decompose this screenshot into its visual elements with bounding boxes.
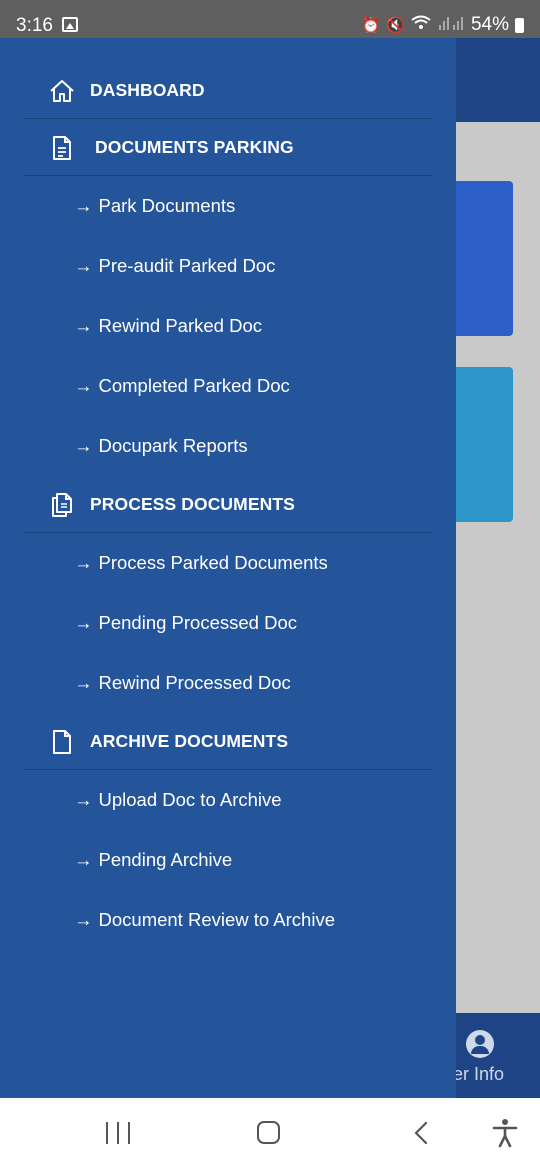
section-header-process-documents[interactable]: PROCESS DOCUMENTS — [24, 477, 432, 533]
arrow-right-icon: → — [74, 315, 93, 336]
user-info-tab-label[interactable]: ser Info — [444, 1064, 540, 1085]
menu-item-label: Park Documents — [98, 195, 236, 216]
system-navigation-bar — [0, 1098, 540, 1170]
arrow-right-icon: → — [74, 612, 93, 633]
menu-item-pre-audit-parked-doc[interactable]: → Pre-audit Parked Doc — [74, 255, 275, 277]
section-title: DOCUMENTS PARKING — [95, 137, 294, 157]
wifi-icon — [411, 15, 431, 35]
menu-item-document-review-to-archive[interactable]: → Document Review to Archive — [74, 909, 335, 931]
gallery-icon — [62, 17, 78, 32]
menu-item-label: Rewind Processed Doc — [98, 672, 291, 693]
status-bar: 3:16 ⏰ 🔇 54% — [0, 0, 540, 38]
menu-item-label: Process Parked Documents — [98, 552, 328, 573]
menu-item-label: Pending Archive — [98, 849, 233, 870]
arrow-right-icon: → — [74, 672, 93, 693]
menu-item-completed-parked-doc[interactable]: → Completed Parked Doc — [74, 375, 290, 397]
section-header-archive-documents[interactable]: ARCHIVE DOCUMENTS — [24, 714, 432, 770]
file-icon — [53, 730, 71, 754]
arrow-right-icon: → — [74, 435, 93, 456]
drawer-item-dashboard[interactable]: DASHBOARD — [24, 63, 432, 119]
menu-item-process-parked-documents[interactable]: → Process Parked Documents — [74, 552, 328, 574]
menu-item-label: Document Review to Archive — [98, 909, 336, 930]
menu-item-label: Pending Processed Doc — [98, 612, 297, 633]
status-time: 3:16 — [16, 15, 53, 36]
drawer-item-label: DASHBOARD — [90, 80, 205, 100]
arrow-right-icon: → — [74, 909, 93, 930]
accessibility-button[interactable] — [491, 1118, 519, 1148]
menu-item-rewind-processed-doc[interactable]: → Rewind Processed Doc — [74, 672, 291, 694]
recents-icon-bar — [117, 1122, 119, 1144]
home-button[interactable] — [257, 1121, 280, 1144]
arrow-right-icon: → — [74, 849, 93, 870]
menu-item-upload-doc-to-archive[interactable]: → Upload Doc to Archive — [74, 789, 282, 811]
menu-item-docupark-reports[interactable]: → Docupark Reports — [74, 435, 248, 457]
alarm-icon: ⏰ — [361, 17, 381, 34]
recents-icon-bar — [128, 1122, 130, 1144]
menu-item-park-documents[interactable]: → Park Documents — [74, 195, 235, 217]
recents-icon — [106, 1122, 108, 1144]
navigation-drawer: DASHBOARD DOCUMENTS PARKING → Park Docume… — [0, 38, 456, 1098]
section-header-documents-parking[interactable]: DOCUMENTS PARKING — [24, 120, 432, 176]
menu-item-label: Completed Parked Doc — [98, 375, 290, 396]
menu-item-pending-processed-doc[interactable]: → Pending Processed Doc — [74, 612, 297, 634]
copy-document-icon — [52, 493, 72, 517]
menu-item-label: Rewind Parked Doc — [98, 315, 263, 336]
arrow-right-icon: → — [74, 789, 93, 810]
menu-item-label: Pre-audit Parked Doc — [98, 255, 276, 276]
recents-button[interactable] — [106, 1122, 130, 1144]
document-icon — [53, 136, 71, 160]
back-button[interactable] — [414, 1121, 428, 1145]
mute-icon: 🔇 — [386, 17, 405, 34]
menu-item-pending-archive[interactable]: → Pending Archive — [74, 849, 232, 871]
arrow-right-icon: → — [74, 375, 93, 396]
battery-icon — [515, 17, 524, 33]
arrow-right-icon: → — [74, 255, 93, 276]
section-title: ARCHIVE DOCUMENTS — [90, 731, 289, 751]
section-title: PROCESS DOCUMENTS — [90, 494, 295, 514]
account-circle-icon[interactable] — [466, 1030, 494, 1058]
menu-item-label: Docupark Reports — [98, 435, 248, 456]
home-icon — [50, 80, 74, 102]
menu-item-rewind-parked-doc[interactable]: → Rewind Parked Doc — [74, 315, 262, 337]
status-icons: ⏰ 🔇 54% — [362, 14, 524, 36]
arrow-right-icon: → — [74, 552, 93, 573]
menu-item-label: Upload Doc to Archive — [98, 789, 282, 810]
arrow-right-icon: → — [74, 195, 93, 216]
battery-percent: 54% — [470, 14, 509, 35]
signal-icon — [437, 15, 465, 35]
